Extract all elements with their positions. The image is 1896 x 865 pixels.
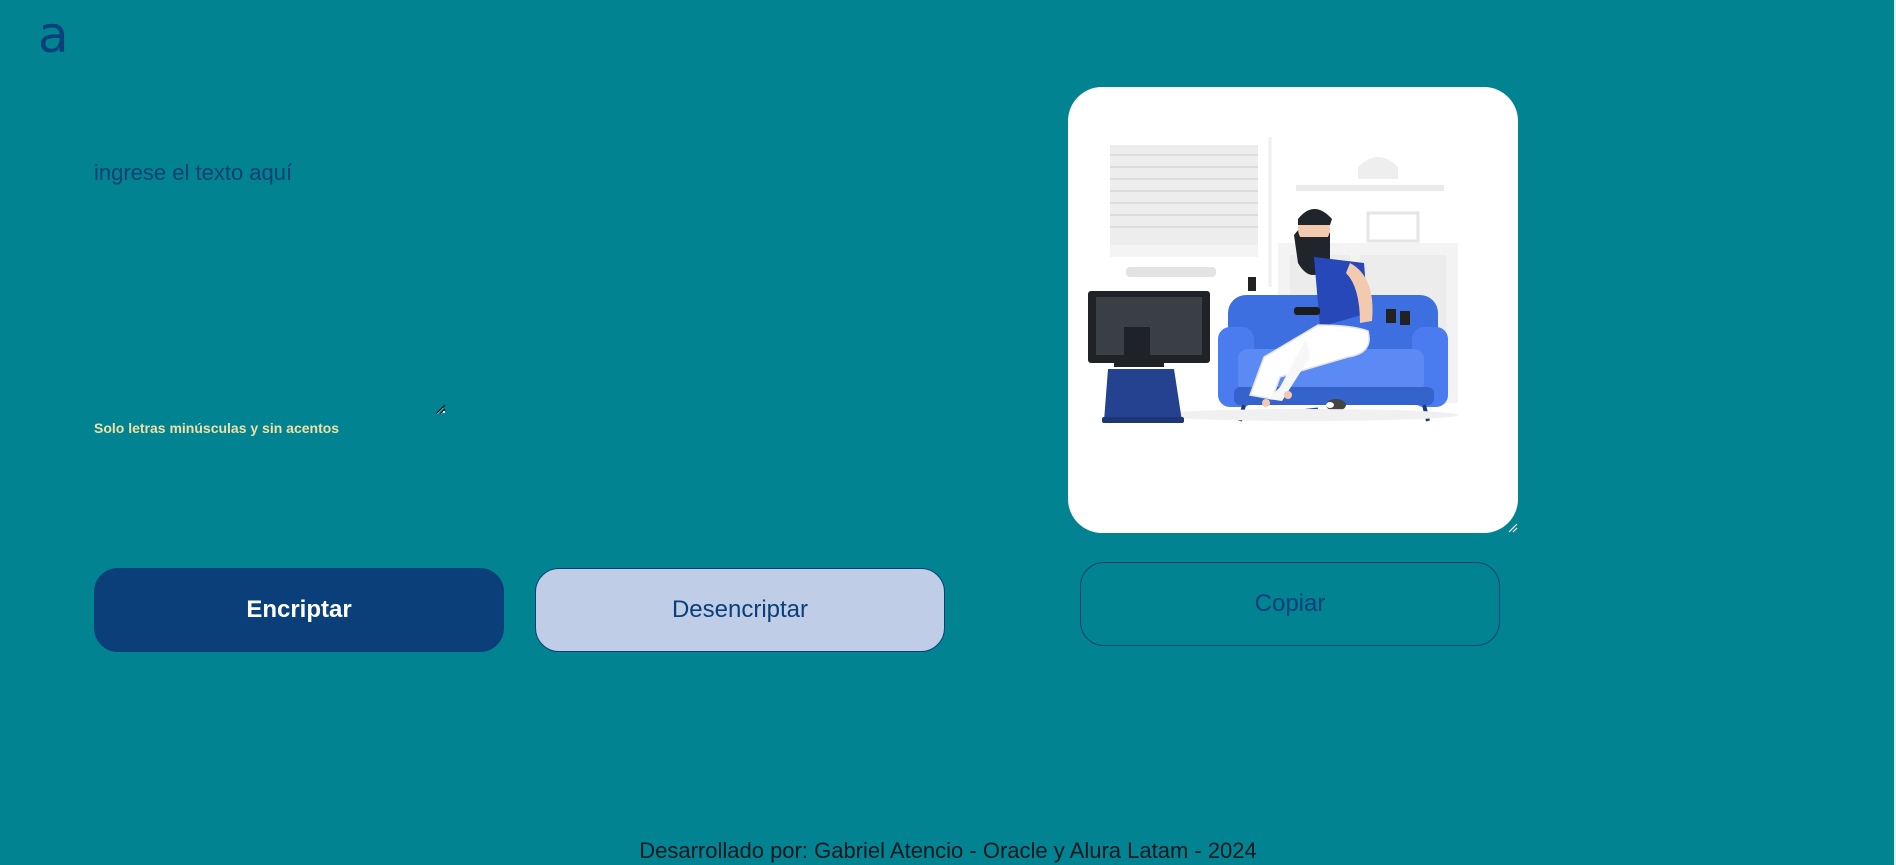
footer-credits: Desarrollado por: Gabriel Atencio - Orac…: [639, 838, 1257, 863]
app-page: a Solo letras minúsculas y sin acentos E…: [0, 0, 1896, 865]
encrypt-button[interactable]: Encriptar: [94, 568, 504, 652]
copy-button[interactable]: Copiar: [1080, 562, 1500, 646]
alura-logo-icon: a: [38, 6, 69, 64]
decrypt-button[interactable]: Desencriptar: [535, 568, 945, 652]
output-panel: [1068, 87, 1518, 533]
resize-grip-icon[interactable]: [1508, 523, 1518, 533]
input-hint: Solo letras minúsculas y sin acentos: [94, 420, 340, 436]
person-gaming-on-couch-illustration: [1088, 137, 1458, 423]
text-input[interactable]: [94, 160, 444, 415]
resize-grip-icon[interactable]: [436, 404, 446, 414]
